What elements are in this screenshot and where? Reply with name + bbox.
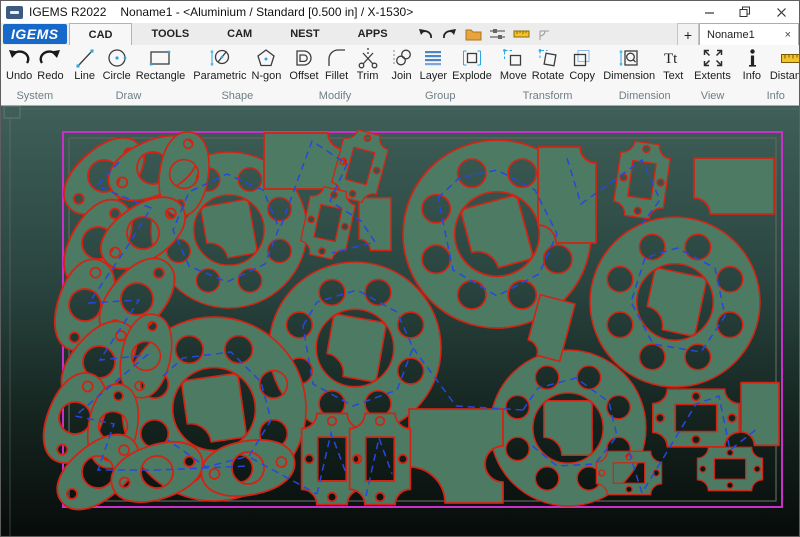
app-title: IGEMS R2022 — [29, 5, 106, 19]
drawing-area — [1, 106, 799, 537]
ribbon-group-view: Extents View — [690, 45, 735, 105]
ribbon: Undo Redo System Line Circle — [1, 45, 799, 106]
dimension-button[interactable]: Dimension — [602, 46, 656, 82]
parametric-icon — [207, 46, 233, 70]
circle-button[interactable]: Circle — [102, 46, 132, 82]
info-icon — [739, 46, 765, 70]
document-tab[interactable]: Noname1 × — [699, 23, 799, 45]
app-icon — [6, 6, 23, 19]
ribbon-group-system: Undo Redo System — [2, 45, 68, 105]
svg-text:Tt: Tt — [664, 51, 678, 67]
group-label-transform: Transform — [499, 89, 596, 105]
distance-button[interactable]: Distance — [769, 46, 799, 82]
corner-angle-icon[interactable] — [537, 27, 554, 41]
circle-icon — [104, 46, 130, 70]
join-button[interactable]: Join — [388, 46, 416, 82]
join-icon — [389, 46, 415, 70]
app-window: IGEMS R2022 Noname1 - <Aluminium / Stand… — [0, 0, 800, 537]
parametric-button[interactable]: Parametric — [192, 46, 247, 82]
tab-tools[interactable]: TOOLS — [132, 23, 208, 45]
group-label-system: System — [5, 89, 65, 105]
restore-icon — [739, 6, 751, 18]
redo-icon — [37, 46, 63, 70]
document-tab-close-icon[interactable]: × — [785, 29, 791, 41]
tab-cad[interactable]: CAD — [69, 23, 133, 45]
rectangle-icon — [147, 46, 173, 70]
ribbon-group-shape: Parametric N-gon Shape — [189, 45, 285, 105]
layer-button[interactable]: Layer — [419, 46, 449, 82]
line-button[interactable]: Line — [71, 46, 99, 82]
move-icon — [500, 46, 526, 70]
document-tab-label: Noname1 — [707, 29, 755, 41]
restore-button[interactable] — [727, 1, 763, 23]
redo-quick-icon[interactable] — [441, 27, 458, 41]
undo-button[interactable]: Undo — [5, 46, 33, 82]
settings-sliders-icon[interactable] — [489, 27, 506, 41]
drawing-canvas[interactable] — [1, 106, 800, 537]
quick-access-bar — [407, 23, 554, 45]
undo-icon — [6, 46, 32, 70]
explode-button[interactable]: Explode — [451, 46, 493, 82]
copy-icon — [569, 46, 595, 70]
group-label-draw: Draw — [71, 89, 187, 105]
group-label-info: Info — [738, 89, 799, 105]
igems-logo: IGEMS — [3, 24, 67, 44]
extents-button[interactable]: Extents — [693, 46, 732, 82]
tab-nest[interactable]: NEST — [271, 23, 338, 45]
minimize-button[interactable] — [691, 1, 727, 23]
group-label-dimension: Dimension — [602, 89, 687, 105]
info-button[interactable]: Info — [738, 46, 766, 82]
text-button[interactable]: Tt Text — [659, 46, 687, 82]
ribbon-group-info: Info Distance Info — [735, 45, 799, 105]
ruler-quick-icon[interactable] — [513, 27, 530, 41]
fillet-icon — [324, 46, 350, 70]
rotate-button[interactable]: Rotate — [531, 46, 565, 82]
tab-apps[interactable]: APPS — [339, 23, 407, 45]
fillet-button[interactable]: Fillet — [323, 46, 351, 82]
ribbon-group-transform: Move Rotate Copy Transform — [496, 45, 599, 105]
trim-icon — [355, 46, 381, 70]
explode-icon — [459, 46, 485, 70]
ribbon-group-draw: Line Circle Rectangle Draw — [68, 45, 190, 105]
dimension-icon — [616, 46, 642, 70]
ribbon-group-dimension: Dimension Tt Text Dimension — [599, 45, 690, 105]
ngon-icon — [253, 46, 279, 70]
minimize-icon — [704, 7, 715, 18]
layer-icon — [420, 46, 446, 70]
document-title: Noname1 - <Aluminium / Standard [0.500 i… — [120, 5, 413, 19]
tab-cam[interactable]: CAM — [208, 23, 271, 45]
undo-quick-icon[interactable] — [417, 27, 434, 41]
text-icon: Tt — [660, 46, 686, 70]
ribbon-group-group: Join Layer Explode Group — [385, 45, 496, 105]
rectangle-button[interactable]: Rectangle — [135, 46, 187, 82]
open-folder-icon[interactable] — [465, 27, 482, 41]
copy-button[interactable]: Copy — [568, 46, 596, 82]
ngon-button[interactable]: N-gon — [250, 46, 282, 82]
group-label-modify: Modify — [288, 89, 381, 105]
group-label-group: Group — [388, 89, 493, 105]
ribbon-group-modify: Offset Fillet Trim Modify — [285, 45, 384, 105]
group-label-view: View — [693, 89, 732, 105]
close-icon — [776, 7, 787, 18]
redo-button[interactable]: Redo — [36, 46, 64, 82]
ribbon-tab-bar: IGEMS CAD TOOLS CAM NEST APPS — [1, 23, 799, 45]
rotate-icon — [535, 46, 561, 70]
trim-button[interactable]: Trim — [354, 46, 382, 82]
window-controls — [691, 1, 799, 23]
offset-button[interactable]: Offset — [288, 46, 319, 82]
document-tabs: + Noname1 × — [677, 23, 799, 45]
distance-icon — [778, 46, 799, 70]
new-document-button[interactable]: + — [677, 23, 699, 45]
move-button[interactable]: Move — [499, 46, 528, 82]
close-button[interactable] — [763, 1, 799, 23]
group-label-shape: Shape — [192, 89, 282, 105]
title-bar: IGEMS R2022 Noname1 - <Aluminium / Stand… — [1, 1, 799, 23]
extents-icon — [700, 46, 726, 70]
offset-icon — [291, 46, 317, 70]
line-icon — [72, 46, 98, 70]
